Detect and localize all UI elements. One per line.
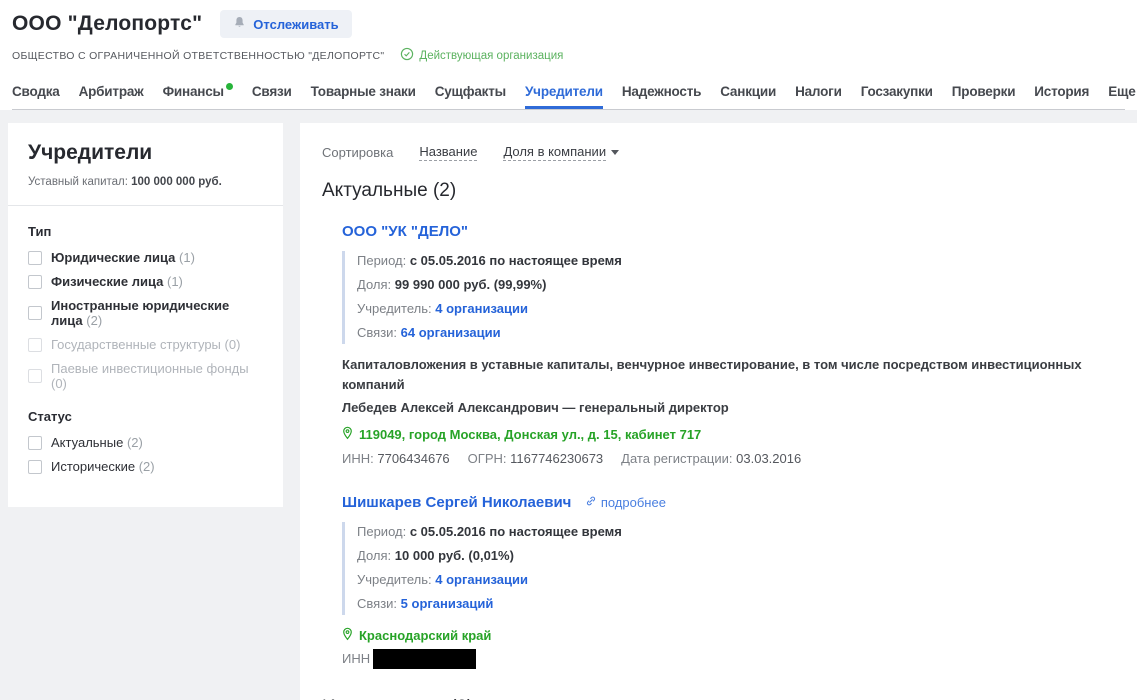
checkbox[interactable]: [28, 460, 42, 474]
founder-orgs-link[interactable]: 4 организации: [435, 301, 528, 316]
company-full-name: ОБЩЕСТВО С ОГРАНИЧЕННОЙ ОТВЕТСТВЕННОСТЬЮ…: [12, 50, 384, 62]
tab-istoriya[interactable]: История: [1034, 77, 1089, 109]
bell-icon: [233, 16, 246, 32]
company-meta: ИНН: 7706434676 ОГРН: 1167746230673 Дата…: [342, 451, 1113, 466]
tab-arbitrazh[interactable]: Арбитраж: [79, 77, 144, 109]
location-pin-icon: [342, 627, 353, 644]
section-historical-title: Исторические (2): [322, 697, 1113, 700]
tab-nadezhnost[interactable]: Надежность: [622, 77, 701, 109]
checkbox[interactable]: [28, 436, 42, 450]
sort-row: Сортировка Название Доля в компании: [322, 144, 1113, 161]
activity-description: Капиталовложения в уставные капиталы, ве…: [342, 355, 1113, 397]
tab-goszakupki[interactable]: Госзакупки: [861, 77, 933, 109]
checkbox[interactable]: [28, 306, 42, 320]
location-pin-icon: [342, 426, 353, 443]
page-title: ООО "Делопортс": [12, 12, 202, 36]
filters-sidebar: Учредители Уставный капитал: 100 000 000…: [8, 123, 283, 507]
tab-svyazi[interactable]: Связи: [252, 77, 292, 109]
more-details-link[interactable]: подробнее: [585, 495, 666, 510]
filter-group-type-title: Тип: [28, 224, 263, 239]
founder-name-link[interactable]: ООО "УК "ДЕЛО": [342, 223, 468, 240]
page-header: ООО "Делопортс" Отслеживать ОБЩЕСТВО С О…: [0, 0, 1137, 110]
filter-individuals[interactable]: Физические лица (1): [28, 274, 263, 289]
checkbox[interactable]: [28, 275, 42, 289]
tab-bar: Сводка Арбитраж Финансы Связи Товарные з…: [12, 77, 1125, 110]
tab-tovarnye-znaki[interactable]: Товарные знаки: [311, 77, 416, 109]
sort-by-name[interactable]: Название: [419, 144, 477, 161]
founders-panel: Сортировка Название Доля в компании Акту…: [300, 123, 1137, 700]
follow-button-label: Отслеживать: [253, 17, 338, 32]
tab-nalogi[interactable]: Налоги: [795, 77, 842, 109]
founder-fields: Период: с 05.05.2016 по настоящее время …: [342, 251, 1113, 344]
checkbox: [28, 369, 42, 383]
status-badge: Действующая организация: [400, 47, 563, 64]
checkbox[interactable]: [28, 251, 42, 265]
relations-link[interactable]: 5 организаций: [401, 596, 494, 611]
checkbox: [28, 338, 42, 352]
director-line: Лебедев Алексей Александрович — генераль…: [342, 398, 1113, 419]
charter-capital: Уставный капитал: 100 000 000 руб.: [28, 176, 263, 188]
filter-state-structures: Государственные структуры (0): [28, 337, 263, 352]
sort-by-share[interactable]: Доля в компании: [503, 144, 619, 161]
sidebar-title: Учредители: [28, 141, 263, 165]
filter-investment-funds: Паевые инвестиционные фонды (0): [28, 361, 263, 391]
tab-svodka[interactable]: Сводка: [12, 77, 60, 109]
link-icon: [585, 495, 597, 510]
founder-orgs-link[interactable]: 4 организации: [435, 572, 528, 587]
tab-uchrediteli[interactable]: Учредители: [525, 77, 603, 109]
tab-suschfakty[interactable]: Сущфакты: [435, 77, 506, 109]
green-dot-icon: [226, 83, 233, 90]
founder-entry: ООО "УК "ДЕЛО" Период: с 05.05.2016 по н…: [342, 223, 1113, 466]
tab-esche[interactable]: Еще: [1108, 77, 1135, 109]
filter-group-status-title: Статус: [28, 409, 263, 424]
check-circle-icon: [400, 47, 414, 64]
tab-proverki[interactable]: Проверки: [952, 77, 1016, 109]
status-badge-label: Действующая организация: [419, 50, 563, 62]
section-actual-title: Актуальные (2): [322, 180, 1113, 202]
founder-name-link[interactable]: Шишкарев Сергей Николаевич: [342, 494, 571, 511]
address-link[interactable]: 119049, город Москва, Донская ул., д. 15…: [342, 426, 1113, 443]
tab-sanktsii[interactable]: Санкции: [720, 77, 776, 109]
sort-label: Сортировка: [322, 145, 393, 160]
filter-actual[interactable]: Актуальные (2): [28, 435, 263, 450]
follow-button[interactable]: Отслеживать: [220, 10, 351, 38]
relations-link[interactable]: 64 организации: [401, 325, 501, 340]
founder-fields: Период: с 05.05.2016 по настоящее время …: [342, 522, 1113, 615]
filter-foreign-legal-entities[interactable]: Иностранные юридические лица (2): [28, 298, 263, 328]
filter-legal-entities[interactable]: Юридические лица (1): [28, 250, 263, 265]
caret-down-icon: [611, 150, 619, 155]
filter-historical[interactable]: Исторические (2): [28, 459, 263, 474]
tab-finansy[interactable]: Финансы: [163, 77, 233, 109]
founder-entry: Шишкарев Сергей Николаевич подробнее Пер…: [342, 494, 1113, 669]
redacted-inn: [373, 649, 476, 669]
region-link[interactable]: Краснодарский край: [342, 627, 1113, 644]
divider: [8, 205, 283, 206]
person-meta: ИНН: [342, 649, 1113, 669]
